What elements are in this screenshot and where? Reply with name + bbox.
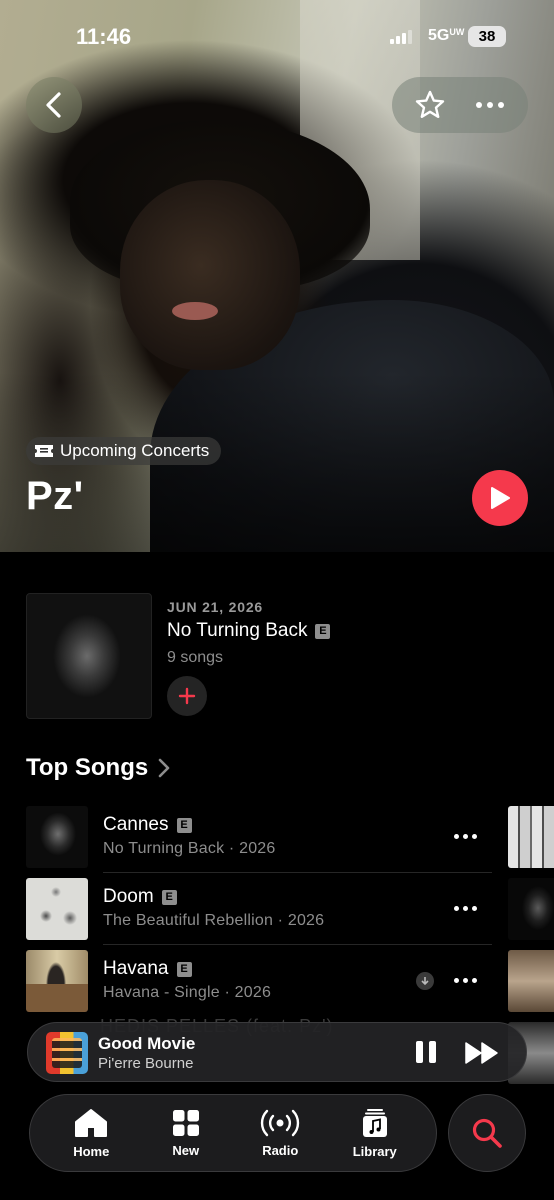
- ellipsis-icon: [476, 102, 504, 108]
- cellular-signal-icon: [390, 30, 412, 44]
- release-date: JUN 21, 2026: [167, 599, 263, 615]
- back-button[interactable]: [26, 77, 82, 133]
- fast-forward-button[interactable]: [464, 1040, 500, 1066]
- artist-name: Pz': [26, 474, 84, 518]
- song-row-doom[interactable]: Doom E The Beautiful Rebellion · 2026: [26, 878, 492, 950]
- explicit-badge: E: [176, 961, 192, 977]
- song-artwork: [26, 806, 88, 868]
- song-title: Doom: [103, 886, 154, 907]
- song-title-row: Doom E: [103, 886, 177, 908]
- now-playing-title: Good Movie: [98, 1034, 196, 1053]
- search-button[interactable]: [448, 1094, 526, 1172]
- song-subtitle: The Beautiful Rebellion · 2026: [103, 912, 325, 929]
- pause-button[interactable]: [414, 1041, 438, 1065]
- library-icon: [362, 1108, 387, 1137]
- play-icon: [491, 487, 510, 509]
- song-more-button[interactable]: [450, 898, 480, 918]
- status-time: 11:46: [76, 24, 132, 49]
- home-icon: [75, 1108, 108, 1137]
- tab-label: New: [172, 1142, 200, 1158]
- ticket-icon: [35, 445, 53, 457]
- top-songs-title: Top Songs: [26, 754, 149, 781]
- tab-label: Radio: [262, 1142, 299, 1158]
- plus-icon: [178, 687, 196, 705]
- tab-label: Home: [73, 1143, 110, 1159]
- chevron-right-icon: [158, 758, 170, 778]
- tab-home[interactable]: Home: [51, 1100, 131, 1166]
- more-options-button[interactable]: [465, 80, 515, 130]
- explicit-badge: E: [176, 817, 192, 833]
- play-button[interactable]: [472, 470, 528, 526]
- row-divider: [103, 872, 492, 873]
- pause-icon: [416, 1041, 423, 1063]
- search-icon: [472, 1118, 502, 1148]
- top-songs-header[interactable]: Top Songs: [26, 754, 170, 782]
- release-title-row: No Turning Back E: [167, 620, 331, 642]
- star-icon: [415, 90, 445, 118]
- tab-library[interactable]: Library: [335, 1100, 415, 1166]
- tab-label: Library: [352, 1143, 397, 1159]
- network-type: 5GUW: [428, 27, 465, 44]
- song-title-row: Cannes E: [103, 814, 192, 836]
- upcoming-concerts-label: Upcoming Concerts: [60, 441, 210, 460]
- song-title: Cannes: [103, 814, 169, 835]
- song-artwork: [26, 878, 88, 940]
- song-artwork: [26, 950, 88, 1012]
- next-column-artwork[interactable]: [508, 806, 554, 868]
- mini-player[interactable]: Good Movie Pi'erre Bourne: [27, 1022, 527, 1082]
- song-subtitle: No Turning Back · 2026: [103, 840, 276, 857]
- song-more-button[interactable]: [450, 970, 480, 990]
- battery-indicator: 38: [468, 26, 506, 47]
- favorite-button[interactable]: [405, 80, 455, 130]
- release-title: No Turning Back: [167, 620, 308, 641]
- tab-radio[interactable]: Radio: [240, 1100, 320, 1166]
- tab-new[interactable]: New: [146, 1100, 226, 1166]
- next-column-artwork[interactable]: [508, 950, 554, 1012]
- radio-icon: [261, 1109, 300, 1136]
- song-row-cannes[interactable]: Cannes E No Turning Back · 2026: [26, 806, 492, 878]
- release-song-count: 9 songs: [167, 649, 224, 666]
- song-title: Havana: [103, 958, 169, 979]
- latest-release[interactable]: JUN 21, 2026 No Turning Back E 9 songs: [26, 593, 526, 719]
- grid-icon: [172, 1109, 199, 1136]
- now-playing-artwork: [46, 1032, 88, 1074]
- downloaded-icon: [416, 972, 434, 990]
- now-playing-artist: Pi'erre Bourne: [98, 1055, 194, 1072]
- song-more-button[interactable]: [450, 826, 480, 846]
- add-to-library-button[interactable]: [167, 676, 207, 716]
- explicit-badge: E: [161, 889, 177, 905]
- song-subtitle: Havana - Single · 2026: [103, 984, 272, 1001]
- explicit-badge: E: [315, 623, 331, 639]
- header-actions: [392, 77, 528, 133]
- latest-release-artwork: [26, 593, 152, 719]
- next-column-artwork[interactable]: [508, 878, 554, 940]
- upcoming-concerts-badge[interactable]: Upcoming Concerts: [26, 437, 222, 465]
- song-row-havana[interactable]: Havana E Havana - Single · 2026: [26, 950, 492, 1022]
- tab-bar: Home New Radio Library: [29, 1094, 437, 1172]
- song-title-row: Havana E: [103, 958, 192, 980]
- row-divider: [103, 944, 492, 945]
- chevron-left-icon: [46, 92, 61, 118]
